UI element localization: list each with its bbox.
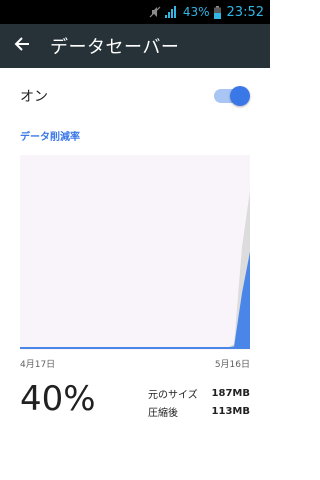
savings-percent: 40% xyxy=(20,379,96,419)
size-stats: 元のサイズ 187MB 圧縮後 113MB xyxy=(148,384,250,420)
toggle-label: オン xyxy=(20,89,48,105)
original-size-value: 187MB xyxy=(211,387,250,399)
status-bar: 43% 23:52 xyxy=(0,0,270,24)
savings-chart-svg xyxy=(20,155,250,350)
battery-icon xyxy=(213,5,221,19)
compressed-size-value: 113MB xyxy=(211,405,250,417)
section-title: データ削減率 xyxy=(20,132,80,143)
clock: 23:52 xyxy=(226,4,264,20)
page-title: データセーバー xyxy=(50,37,180,58)
x-axis-start-label: 4月17日 xyxy=(20,360,56,370)
signal-icon xyxy=(164,6,179,18)
chart-background xyxy=(20,155,250,350)
back-button[interactable] xyxy=(0,24,44,68)
battery-percent: 43% xyxy=(182,5,210,19)
x-axis-end-label: 5月16日 xyxy=(214,360,250,370)
compressed-size-row: 圧縮後 113MB xyxy=(148,402,250,420)
app-bar: データセーバー xyxy=(0,24,270,68)
compressed-size-label: 圧縮後 xyxy=(148,407,178,419)
savings-chart xyxy=(20,155,250,350)
mute-icon xyxy=(149,6,161,18)
data-saver-toggle-row[interactable]: オン xyxy=(0,68,270,124)
data-saver-switch[interactable] xyxy=(214,86,250,106)
original-size-row: 元のサイズ 187MB xyxy=(148,384,250,402)
switch-thumb xyxy=(230,86,250,106)
original-size-label: 元のサイズ xyxy=(148,389,198,401)
back-arrow-icon xyxy=(14,36,30,56)
